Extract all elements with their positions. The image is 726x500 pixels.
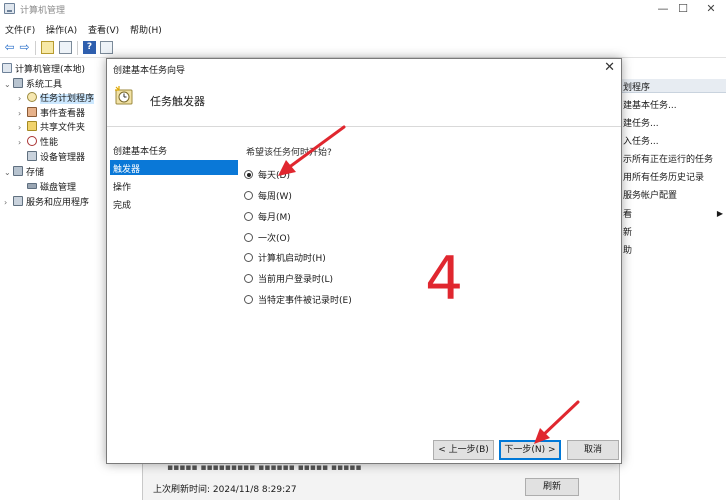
toolbar: ⇦ ⇨ ?	[0, 38, 726, 58]
tree-item-disk-management[interactable]: 磁盘管理	[27, 180, 76, 194]
close-button[interactable]: ✕	[696, 0, 726, 18]
annotation-arrow-to-next	[534, 400, 580, 444]
wizard-step-create[interactable]: 创建基本任务	[110, 142, 238, 157]
chevron-right-icon[interactable]: ›	[18, 123, 27, 132]
maximize-button[interactable]: ☐	[668, 0, 698, 18]
tree-item-event-viewer[interactable]: › 事件查看器	[18, 106, 85, 120]
actions-header: 划程序	[617, 79, 726, 93]
action-enable-history[interactable]: 用所有任务历史记录	[623, 170, 704, 183]
step-number-annotation: 4	[425, 244, 464, 314]
chevron-right-icon[interactable]: ›	[4, 198, 13, 207]
tree-item-system-tools[interactable]: ⌄ 系统工具	[4, 77, 62, 91]
menu-help[interactable]: 帮助(H)	[130, 23, 162, 36]
action-create-task[interactable]: 建任务...	[623, 116, 659, 129]
toolbar-separator	[35, 41, 36, 55]
disk-icon	[27, 183, 37, 189]
refresh-button[interactable]: 刷新	[525, 478, 579, 496]
computer-management-icon	[4, 3, 15, 14]
header-divider	[107, 126, 621, 127]
action-import-task[interactable]: 入任务...	[623, 134, 659, 147]
back-arrow-icon[interactable]: ⇦	[3, 41, 16, 54]
tree-item-device-manager[interactable]: 设备管理器	[27, 150, 85, 164]
tree-item-shared-folders[interactable]: › 共享文件夹	[18, 120, 85, 134]
option-once[interactable]: 一次(O)	[244, 231, 290, 245]
wizard-header-title: 任务触发器	[150, 95, 205, 108]
last-refresh-time: 上次刷新时间: 2024/11/8 8:29:27	[153, 485, 297, 495]
radio-daily[interactable]	[244, 170, 253, 179]
actions-panel: 划程序 建基本任务... 建任务... 入任务... 示所有正在运行的任务 用所…	[617, 79, 726, 279]
radio-at-startup[interactable]	[244, 253, 253, 262]
annotation-arrow-to-daily	[278, 125, 346, 176]
action-service-account-config[interactable]: 服务帐户配置	[623, 188, 677, 201]
storage-icon	[13, 166, 23, 176]
folder-up-icon[interactable]	[41, 41, 54, 54]
radio-on-event[interactable]	[244, 295, 253, 304]
tools-icon	[13, 78, 23, 88]
console-tree: 计算机管理(本地) ⌄ 系统工具 › 任务计划程序 › 事件查看器 › 共享文件夹 › 性…	[0, 59, 106, 219]
option-at-startup[interactable]: 计算机启动时(H)	[244, 251, 326, 265]
device-manager-icon	[27, 151, 37, 161]
chevron-right-icon[interactable]: ›	[18, 94, 27, 103]
services-icon	[13, 196, 23, 206]
wizard-close-icon[interactable]: ✕	[604, 60, 615, 75]
action-refresh[interactable]: 新	[623, 225, 632, 238]
shared-folder-icon	[27, 121, 37, 131]
submenu-arrow-icon: ▶	[716, 209, 723, 218]
window-title: 计算机管理	[20, 6, 66, 16]
task-clock-icon	[115, 86, 133, 105]
back-button[interactable]: < 上一步(B)	[433, 440, 494, 460]
tree-root[interactable]: 计算机管理(本地)	[2, 62, 85, 76]
scheduler-summary-strip: ▪▪▪▪▪ ▪▪▪▪▪▪▪▪▪ ▪▪▪▪▪▪ ▪▪▪▪▪ ▪▪▪▪▪ 上次刷新时…	[142, 463, 620, 500]
chevron-right-icon[interactable]: ›	[18, 109, 27, 118]
wizard-step-finish[interactable]: 完成	[110, 196, 238, 211]
wizard-title: 创建基本任务向导	[113, 66, 186, 76]
action-view[interactable]: 看	[623, 207, 632, 220]
option-on-event[interactable]: 当特定事件被记录时(E)	[244, 293, 352, 307]
main-titlebar: 计算机管理 — ☐ ✕	[0, 0, 726, 18]
tree-item-task-scheduler[interactable]: › 任务计划程序	[18, 91, 95, 105]
menu-file[interactable]: 文件(F)	[5, 23, 35, 36]
performance-icon	[27, 136, 37, 146]
action-create-basic-task[interactable]: 建基本任务...	[623, 98, 677, 111]
toolbar-separator	[77, 41, 78, 55]
radio-once[interactable]	[244, 233, 253, 242]
tree-item-services-apps[interactable]: › 服务和应用程序	[4, 195, 89, 209]
menu-action[interactable]: 操作(A)	[46, 23, 77, 36]
computer-icon	[2, 63, 12, 73]
wizard-step-action[interactable]: 操作	[110, 178, 238, 193]
forward-arrow-icon[interactable]: ⇨	[18, 41, 31, 54]
action-show-running-tasks[interactable]: 示所有正在运行的任务	[623, 152, 713, 165]
help-icon[interactable]: ?	[83, 41, 96, 54]
radio-weekly[interactable]	[244, 191, 253, 200]
tree-item-performance[interactable]: › 性能	[18, 135, 58, 149]
option-weekly[interactable]: 每周(W)	[244, 189, 292, 203]
menu-view[interactable]: 查看(V)	[88, 23, 119, 36]
tree-item-storage[interactable]: ⌄ 存储	[4, 165, 44, 179]
event-viewer-icon	[27, 107, 37, 117]
clock-icon	[27, 92, 37, 102]
radio-at-logon[interactable]	[244, 274, 253, 283]
chevron-down-icon[interactable]: ⌄	[4, 168, 13, 177]
chevron-down-icon[interactable]: ⌄	[4, 80, 13, 89]
wizard-step-trigger[interactable]: 触发器	[110, 160, 238, 175]
option-monthly[interactable]: 每月(M)	[244, 210, 291, 224]
action-help[interactable]: 助	[623, 243, 632, 256]
covered-text: ▪▪▪▪▪ ▪▪▪▪▪▪▪▪▪ ▪▪▪▪▪▪ ▪▪▪▪▪ ▪▪▪▪▪	[167, 463, 362, 471]
option-at-logon[interactable]: 当前用户登录时(L)	[244, 272, 333, 286]
menu-bar: 文件(F) 操作(A) 查看(V) 帮助(H)	[0, 19, 726, 37]
chevron-right-icon[interactable]: ›	[18, 138, 27, 147]
properties-icon[interactable]	[100, 41, 113, 54]
show-hide-tree-icon[interactable]	[59, 41, 72, 54]
radio-monthly[interactable]	[244, 212, 253, 221]
